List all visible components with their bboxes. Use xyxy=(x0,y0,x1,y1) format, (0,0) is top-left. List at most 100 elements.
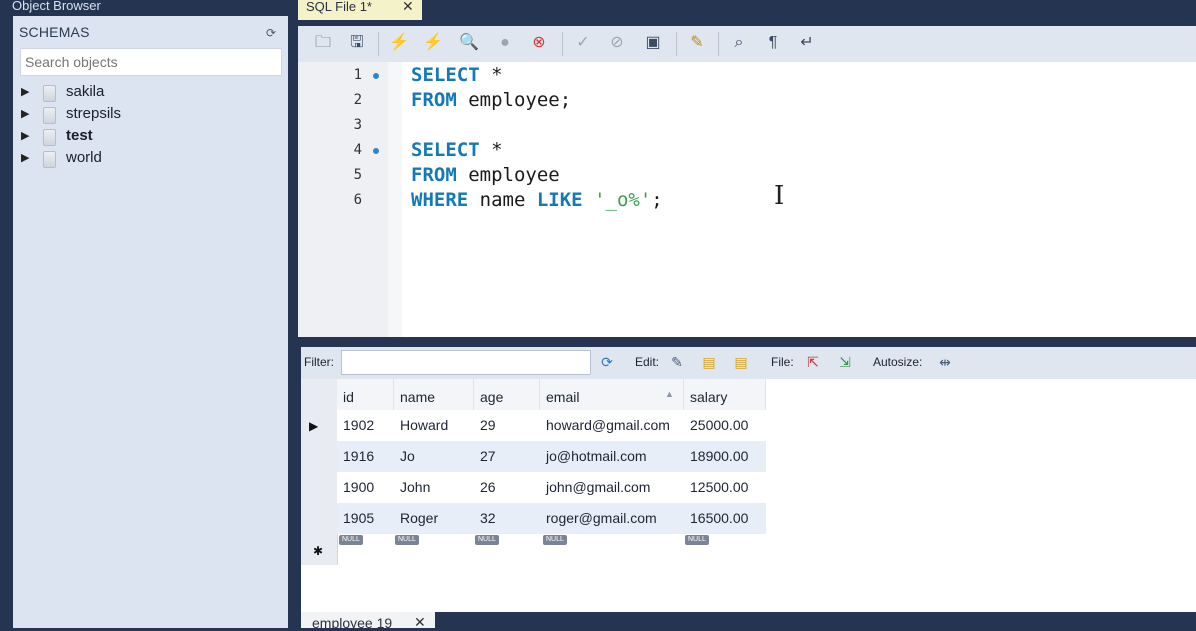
cell-email[interactable]: john@gmail.com xyxy=(540,472,684,503)
cell-name[interactable]: John xyxy=(394,472,474,503)
code-line-1: SELECT * xyxy=(411,64,503,86)
code-line-4: SELECT * xyxy=(411,139,503,161)
autocommit-icon[interactable]: ▣ xyxy=(642,32,664,54)
execute-current-icon[interactable]: ⚡ xyxy=(422,32,444,54)
null-badge[interactable]: NULL xyxy=(475,535,499,545)
autosize-label: Autosize: xyxy=(873,355,923,369)
cell-salary[interactable]: 16500.00 xyxy=(684,503,766,534)
cell-age[interactable]: 32 xyxy=(474,503,540,534)
cell-age[interactable]: 27 xyxy=(474,441,540,472)
cell-email[interactable]: jo@hotmail.com xyxy=(540,441,684,472)
column-header-id[interactable]: id xyxy=(337,379,394,410)
schema-label: strepsils xyxy=(66,105,122,122)
null-badge[interactable]: NULL xyxy=(339,535,363,545)
schema-item-sakila[interactable]: ▶ sakila xyxy=(21,82,281,104)
cell-salary[interactable]: 25000.00 xyxy=(684,410,766,441)
refresh-icon[interactable]: ⟳ xyxy=(597,352,617,372)
code-line-6: WHERE name LIKE '_o%'; xyxy=(411,189,663,211)
filter-rows-input[interactable] xyxy=(341,350,591,375)
column-header-age[interactable]: age xyxy=(474,379,540,410)
schema-item-strepsils[interactable]: ▶ strepsils xyxy=(21,104,281,126)
cell-name[interactable]: Howard xyxy=(394,410,474,441)
result-grid[interactable]: ▶ ✱ id name age email ▲ salary 1902 Howa… xyxy=(301,379,1196,612)
tab-sql-file[interactable]: SQL File 1* ✕ xyxy=(298,0,422,20)
edit-label: Edit: xyxy=(635,355,660,369)
code-line-2: FROM employee; xyxy=(411,89,572,111)
result-toolbar: Filter: ⟳ Edit: ✎ ▤ ▤ File: ⇱ ⇲ Autosize… xyxy=(301,347,1196,379)
cell-name[interactable]: Roger xyxy=(394,503,474,534)
tab-result-employee[interactable]: employee 19 ✕ xyxy=(301,612,435,631)
null-badge[interactable]: NULL xyxy=(395,535,419,545)
statement-marker-icon xyxy=(373,148,379,154)
wrap-lines-icon[interactable]: ↵ xyxy=(796,32,818,54)
filter-label: Filter: xyxy=(304,355,334,369)
null-badge[interactable]: NULL xyxy=(685,535,709,545)
expand-arrow-icon[interactable]: ▶ xyxy=(21,151,29,164)
expand-arrow-icon[interactable]: ▶ xyxy=(21,107,29,120)
delete-row-icon[interactable]: ▤ xyxy=(731,352,751,372)
result-tab-bar xyxy=(301,612,1196,628)
import-icon[interactable]: ⇲ xyxy=(835,352,855,372)
line-number: 6 xyxy=(353,192,362,208)
close-icon[interactable]: ✕ xyxy=(414,614,426,631)
cell-name[interactable]: Jo xyxy=(394,441,474,472)
explain-icon[interactable]: 🔍 xyxy=(458,32,480,54)
cell-salary[interactable]: 18900.00 xyxy=(684,441,766,472)
fold-gutter xyxy=(388,62,402,337)
code-line-5: FROM employee xyxy=(411,164,560,186)
column-header-email[interactable]: email xyxy=(540,379,684,410)
open-file-icon[interactable]: 🗀 xyxy=(312,32,334,54)
beautify-icon[interactable]: ✎ xyxy=(686,32,708,54)
statement-marker-icon xyxy=(373,73,379,79)
search-objects-input[interactable] xyxy=(20,48,282,76)
schema-item-world[interactable]: ▶ world xyxy=(21,148,281,170)
schema-label: sakila xyxy=(66,83,105,100)
line-number: 4 xyxy=(353,142,362,158)
panel-title: Object Browser xyxy=(12,0,101,13)
column-header-name[interactable]: name xyxy=(394,379,474,410)
line-number: 2 xyxy=(353,92,362,108)
line-number: 5 xyxy=(353,167,362,183)
column-header-salary[interactable]: salary xyxy=(684,379,766,410)
rollback-icon[interactable]: ⊘ xyxy=(606,32,628,54)
invisible-chars-icon[interactable]: ¶ xyxy=(762,32,784,54)
find-icon[interactable]: ⌕ xyxy=(728,32,750,54)
commit-icon[interactable]: ✓ xyxy=(572,32,594,54)
database-icon xyxy=(43,107,56,124)
refresh-icon[interactable]: ⟳ xyxy=(264,26,278,40)
execute-icon[interactable]: ⚡ xyxy=(388,32,410,54)
text-cursor-icon: I xyxy=(774,181,785,211)
save-icon[interactable]: 🖫 xyxy=(346,32,368,54)
edit-row-icon[interactable]: ✎ xyxy=(667,352,687,372)
export-icon[interactable]: ⇱ xyxy=(803,352,823,372)
schema-label: world xyxy=(66,149,102,166)
autosize-icon[interactable]: ⇹ xyxy=(935,352,955,372)
cell-age[interactable]: 29 xyxy=(474,410,540,441)
tab-label: employee 19 xyxy=(312,615,393,631)
close-icon[interactable]: ✕ xyxy=(402,0,414,15)
toggle-error-icon[interactable]: ⊗ xyxy=(528,32,550,54)
new-row-marker-icon: ✱ xyxy=(313,544,324,558)
database-icon xyxy=(43,129,56,146)
expand-arrow-icon[interactable]: ▶ xyxy=(21,85,29,98)
cell-email[interactable]: roger@gmail.com xyxy=(540,503,684,534)
schema-browser: SCHEMAS ⟳ ▶ sakila ▶ strepsils ▶ test ▶ … xyxy=(13,16,288,628)
expand-arrow-icon[interactable]: ▶ xyxy=(21,129,29,142)
sql-editor[interactable]: 1 2 3 4 5 6 SELECT * FROM employee; SELE… xyxy=(298,62,1196,337)
tab-label: SQL File 1* xyxy=(306,0,372,14)
cell-salary[interactable]: 12500.00 xyxy=(684,472,766,503)
cell-id[interactable]: 1905 xyxy=(337,503,394,534)
cell-age[interactable]: 26 xyxy=(474,472,540,503)
row-header xyxy=(301,379,338,565)
cell-id[interactable]: 1900 xyxy=(337,472,394,503)
add-row-icon[interactable]: ▤ xyxy=(699,352,719,372)
database-icon xyxy=(43,85,56,102)
cell-id[interactable]: 1916 xyxy=(337,441,394,472)
line-number-gutter: 1 2 3 4 5 6 xyxy=(298,62,388,337)
cell-email[interactable]: howard@gmail.com xyxy=(540,410,684,441)
schema-label: test xyxy=(66,127,93,144)
schema-item-test[interactable]: ▶ test xyxy=(21,126,281,148)
stop-icon[interactable]: ● xyxy=(494,32,516,54)
null-badge[interactable]: NULL xyxy=(543,535,567,545)
cell-id[interactable]: 1902 xyxy=(337,410,394,441)
